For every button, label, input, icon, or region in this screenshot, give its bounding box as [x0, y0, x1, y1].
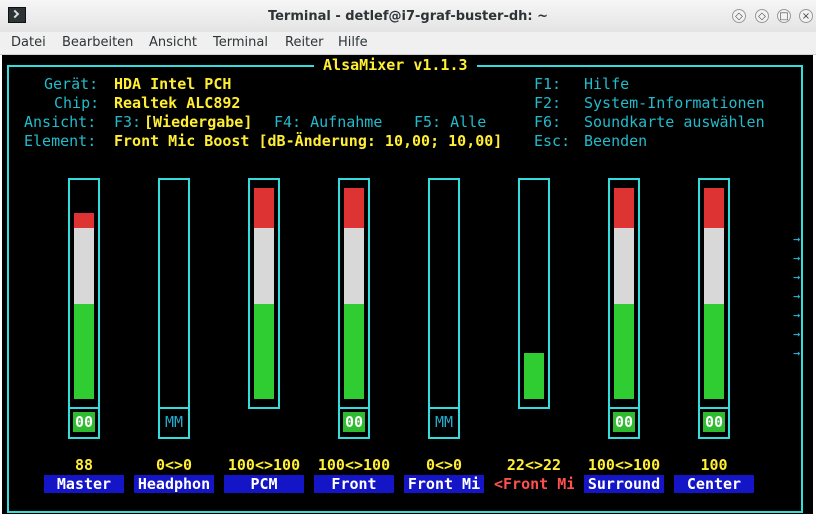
scroll-right-arrow-icon: →	[793, 270, 801, 284]
chip-value: Realtek ALC892	[114, 94, 241, 112]
mute-toggle[interactable]: 00	[608, 407, 640, 439]
muted-indicator: MM	[164, 413, 184, 431]
view-all[interactable]: F5: Alle	[414, 113, 486, 132]
volume-value: 0<>0	[155, 456, 193, 474]
volume-level-fill	[74, 304, 94, 399]
unmuted-indicator: 00	[703, 412, 725, 432]
element-value: Front Mic Boost [dB-Änderung: 10,00; 10,…	[114, 132, 503, 150]
volume-level-fill	[344, 188, 364, 228]
volume-level-fill	[704, 228, 724, 304]
volume-slider[interactable]	[158, 178, 190, 409]
close-button[interactable]: ×	[799, 9, 813, 23]
channel-label-selected[interactable]: <Front Mi>	[494, 475, 574, 493]
menu-bearbeiten[interactable]: Bearbeiten	[62, 35, 133, 50]
mute-toggle[interactable]: 00	[698, 407, 730, 439]
volume-slider[interactable]	[338, 178, 370, 409]
menu-reiter[interactable]: Reiter	[285, 35, 324, 50]
volume-level-fill	[704, 304, 724, 399]
volume-level-fill	[74, 213, 94, 228]
channel-label[interactable]: Surround	[584, 475, 664, 493]
view-f3-key: F3:	[114, 113, 142, 131]
volume-value: 100<>100	[587, 456, 661, 474]
menu-hilfe[interactable]: Hilfe	[338, 35, 368, 50]
element-label: Element:	[24, 132, 97, 150]
volume-value: 0<>0	[425, 456, 463, 474]
chip-label: Chip:	[54, 94, 100, 112]
muted-indicator: MM	[434, 413, 454, 431]
channel-label[interactable]: PCM	[224, 475, 304, 493]
volume-slider[interactable]	[518, 178, 550, 409]
mute-toggle[interactable]: MM	[158, 407, 190, 439]
volume-value: 88	[74, 456, 94, 474]
unmuted-indicator: 00	[613, 412, 635, 432]
unmuted-indicator: 00	[343, 412, 365, 432]
volume-level-fill	[614, 188, 634, 228]
unmuted-indicator: 00	[73, 412, 95, 432]
volume-slider[interactable]	[248, 178, 280, 409]
volume-value: 100	[700, 456, 728, 474]
volume-level-fill	[254, 188, 274, 228]
maximize-button[interactable]: □	[777, 9, 791, 23]
volume-level-fill	[344, 304, 364, 399]
volume-value: 100<>100	[227, 456, 301, 474]
volume-slider[interactable]	[698, 178, 730, 409]
key-f2-desc: System-Informationen	[584, 94, 765, 112]
view-label: Ansicht:	[24, 113, 97, 131]
key-f6: F6:	[534, 113, 562, 131]
volume-level-fill	[524, 353, 544, 399]
channel-label[interactable]: Front Mi	[404, 475, 484, 493]
volume-value: 22<>22	[506, 456, 562, 474]
volume-value: 100<>100	[317, 456, 391, 474]
scroll-right-arrow-icon: →	[793, 251, 801, 265]
window-titlebar[interactable]: Terminal - detlef@i7-graf-buster-dh: ~ ◇…	[0, 0, 816, 33]
volume-level-fill	[254, 228, 274, 304]
key-f2: F2:	[534, 94, 562, 112]
mute-toggle[interactable]: 00	[338, 407, 370, 439]
key-esc-desc: Beenden	[584, 132, 648, 150]
minimize-button[interactable]: ◇	[755, 9, 769, 23]
scroll-right-arrow-icon: →	[793, 289, 801, 303]
sticky-button[interactable]: ◇	[732, 9, 746, 23]
scroll-right-arrow-icon: →	[793, 346, 801, 360]
channel-label[interactable]: Center	[674, 475, 754, 493]
channel-label[interactable]: Front	[314, 475, 394, 493]
volume-level-fill	[614, 304, 634, 399]
view-playback[interactable]: [Wiedergabe]	[144, 113, 252, 132]
volume-level-fill	[614, 228, 634, 304]
device-label: Gerät:	[44, 75, 99, 93]
scroll-right-arrow-icon: →	[793, 308, 801, 322]
volume-slider[interactable]	[608, 178, 640, 409]
volume-level-fill	[344, 228, 364, 304]
device-value: HDA Intel PCH	[114, 75, 232, 93]
volume-level-fill	[74, 228, 94, 304]
menu-datei[interactable]: Datei	[11, 35, 46, 50]
menubar: Datei Bearbeiten Ansicht Terminal Reiter…	[0, 32, 816, 55]
scroll-right-arrow-icon: →	[793, 327, 801, 341]
key-f1-desc: Hilfe	[584, 75, 630, 93]
mixer-title: AlsaMixer v1.1.3	[314, 56, 477, 75]
view-capture[interactable]: F4: Aufnahme	[274, 113, 382, 132]
window-title: Terminal - detlef@i7-graf-buster-dh: ~	[267, 9, 549, 24]
key-f6-desc: Soundkarte auswählen	[584, 113, 765, 131]
volume-level-fill	[704, 188, 724, 228]
key-esc: Esc:	[534, 132, 571, 150]
mute-toggle[interactable]: 00	[68, 407, 100, 439]
scroll-right-arrow-icon: →	[793, 232, 801, 246]
volume-slider[interactable]	[68, 178, 100, 409]
terminal-area[interactable]: AlsaMixer v1.1.3 Gerät: HDA Intel PCH Ch…	[2, 55, 813, 514]
channel-label[interactable]: Master	[44, 475, 124, 493]
menu-ansicht[interactable]: Ansicht	[149, 35, 197, 50]
key-f1: F1:	[534, 75, 562, 93]
menu-terminal[interactable]: Terminal	[213, 35, 268, 50]
channel-label[interactable]: Headphon	[134, 475, 214, 493]
mute-toggle[interactable]: MM	[428, 407, 460, 439]
volume-slider[interactable]	[428, 178, 460, 409]
volume-level-fill	[254, 304, 274, 399]
